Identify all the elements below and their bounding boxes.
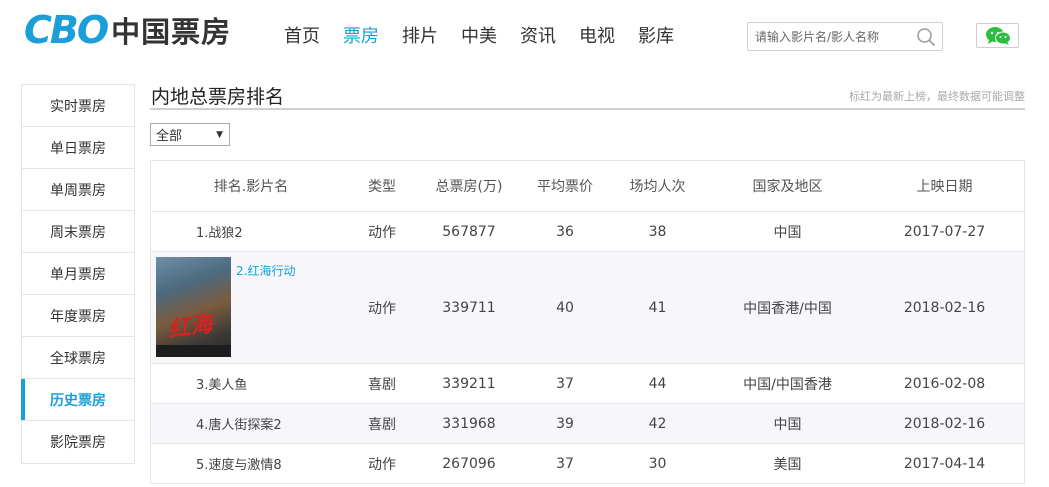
- table-row[interactable]: 5.速度与激情8 动作 267096 37 30 美国 2017-04-14: [151, 444, 1024, 484]
- sidebar-item-weekly[interactable]: 单周票房: [22, 169, 134, 211]
- sidebar: 实时票房 单日票房 单周票房 周末票房 单月票房 年度票房 全球票房 历史票房 …: [21, 84, 135, 464]
- film-avg-price: 40: [556, 299, 574, 316]
- film-audience: 44: [648, 375, 667, 392]
- sidebar-item-realtime[interactable]: 实时票房: [22, 85, 134, 127]
- nav-home[interactable]: 首页: [284, 22, 320, 48]
- film-country: 美国: [773, 456, 802, 473]
- film-date: 2017-04-14: [903, 455, 986, 472]
- film-avg-price: 39: [556, 415, 574, 432]
- sidebar-item-cinema[interactable]: 影院票房: [22, 421, 134, 463]
- header: CBO 中国票房 首页 票房 排片 中美 资讯 电视 影库: [0, 0, 1049, 70]
- table-row[interactable]: 1.战狼2 动作 567877 36 38 中国 2017-07-27: [151, 212, 1024, 252]
- header-date: 上映日期: [916, 179, 973, 195]
- film-total: 339211: [442, 375, 496, 392]
- film-total: 567877: [442, 223, 496, 240]
- nav-boxoffice[interactable]: 票房: [343, 22, 379, 48]
- search-box: [747, 22, 943, 51]
- film-date: 2018-02-16: [903, 299, 986, 316]
- film-name[interactable]: 1.战狼2: [151, 222, 351, 241]
- film-name[interactable]: 5.速度与激情8: [151, 454, 351, 473]
- logo-cn-text: 中国票房: [111, 15, 232, 49]
- header-avg-price: 平均票价: [537, 179, 593, 195]
- sidebar-item-history[interactable]: 历史票房: [21, 379, 134, 421]
- film-date: 2017-07-27: [903, 223, 986, 240]
- poster-credit-strip: [156, 345, 231, 357]
- header-audience: 场均人次: [629, 179, 686, 195]
- chevron-down-icon: ▼: [216, 130, 223, 140]
- nav-tv[interactable]: 电视: [579, 22, 615, 48]
- poster-title-art: 红海: [166, 312, 214, 343]
- film-name[interactable]: 3.美人鱼: [151, 374, 351, 393]
- film-total: 331968: [442, 415, 496, 432]
- film-audience: 41: [648, 299, 667, 316]
- film-poster[interactable]: 红海: [156, 257, 231, 357]
- film-name[interactable]: 2.红海行动: [236, 262, 295, 279]
- sidebar-item-weekend[interactable]: 周末票房: [22, 211, 134, 253]
- title-note: 标红为最新上榜，最终数据可能调整: [849, 90, 1025, 103]
- page-title: 内地总票房排名: [151, 86, 285, 108]
- film-audience: 30: [648, 455, 667, 472]
- film-avg-price: 36: [556, 223, 574, 240]
- table-header: 排名.影片名 类型 总票房(万) 平均票价 场均人次 国家及地区 上映日期: [151, 161, 1024, 212]
- film-avg-price: 37: [556, 455, 574, 472]
- film-date: 2016-02-08: [903, 375, 986, 392]
- film-type: 喜剧: [368, 416, 396, 433]
- film-country: 中国/中国香港: [743, 376, 832, 393]
- table-row[interactable]: 3.美人鱼 喜剧 339211 37 44 中国/中国香港 2016-02-08: [151, 364, 1024, 404]
- site-logo[interactable]: CBO 中国票房: [24, 8, 232, 52]
- sidebar-item-global[interactable]: 全球票房: [22, 337, 134, 379]
- main-nav: 首页 票房 排片 中美 资讯 电视 影库: [284, 22, 697, 48]
- film-total: 339711: [442, 299, 496, 316]
- boxoffice-table: 排名.影片名 类型 总票房(万) 平均票价 场均人次 国家及地区 上映日期 1.…: [150, 160, 1025, 484]
- film-country: 中国: [773, 224, 802, 241]
- header-type: 类型: [368, 179, 396, 195]
- header-name: 排名.影片名: [213, 179, 289, 195]
- wechat-button[interactable]: [976, 23, 1019, 48]
- sidebar-item-monthly[interactable]: 单月票房: [22, 253, 134, 295]
- nav-schedule[interactable]: 排片: [402, 22, 438, 48]
- table-row-featured[interactable]: 红海 2.红海行动 动作 339711 40 41 中国香港/中国 2018-0…: [151, 252, 1024, 364]
- film-total: 267096: [442, 455, 496, 472]
- title-divider: [150, 108, 1025, 110]
- film-country: 中国: [773, 416, 802, 433]
- film-country: 中国香港/中国: [743, 300, 832, 317]
- category-filter-select[interactable]: 全部 ▼: [150, 123, 230, 146]
- film-type: 动作: [368, 456, 396, 473]
- table-row[interactable]: 4.唐人街探案2 喜剧 331968 39 42 中国 2018-02-16: [151, 404, 1024, 444]
- wechat-icon: [985, 26, 1011, 45]
- nav-film-library[interactable]: 影库: [638, 22, 674, 48]
- search-input[interactable]: [748, 23, 908, 50]
- nav-china-us[interactable]: 中美: [461, 22, 497, 48]
- film-type: 喜剧: [368, 376, 396, 393]
- film-audience: 38: [648, 223, 667, 240]
- film-avg-price: 37: [556, 375, 574, 392]
- film-date: 2018-02-16: [903, 415, 986, 432]
- sidebar-item-daily[interactable]: 单日票房: [22, 127, 134, 169]
- header-total: 总票房(万): [435, 179, 503, 195]
- logo-brand: CBO: [24, 8, 109, 52]
- film-type: 动作: [368, 300, 396, 317]
- film-type: 动作: [368, 224, 396, 241]
- sidebar-item-yearly[interactable]: 年度票房: [22, 295, 134, 337]
- film-name[interactable]: 4.唐人街探案2: [151, 414, 351, 433]
- search-icon[interactable]: [916, 27, 936, 47]
- nav-news[interactable]: 资讯: [520, 22, 556, 48]
- header-country: 国家及地区: [752, 179, 823, 195]
- film-audience: 42: [648, 415, 667, 432]
- filter-value: 全部: [156, 129, 183, 144]
- film-name-cell: 红海 2.红海行动: [151, 252, 351, 363]
